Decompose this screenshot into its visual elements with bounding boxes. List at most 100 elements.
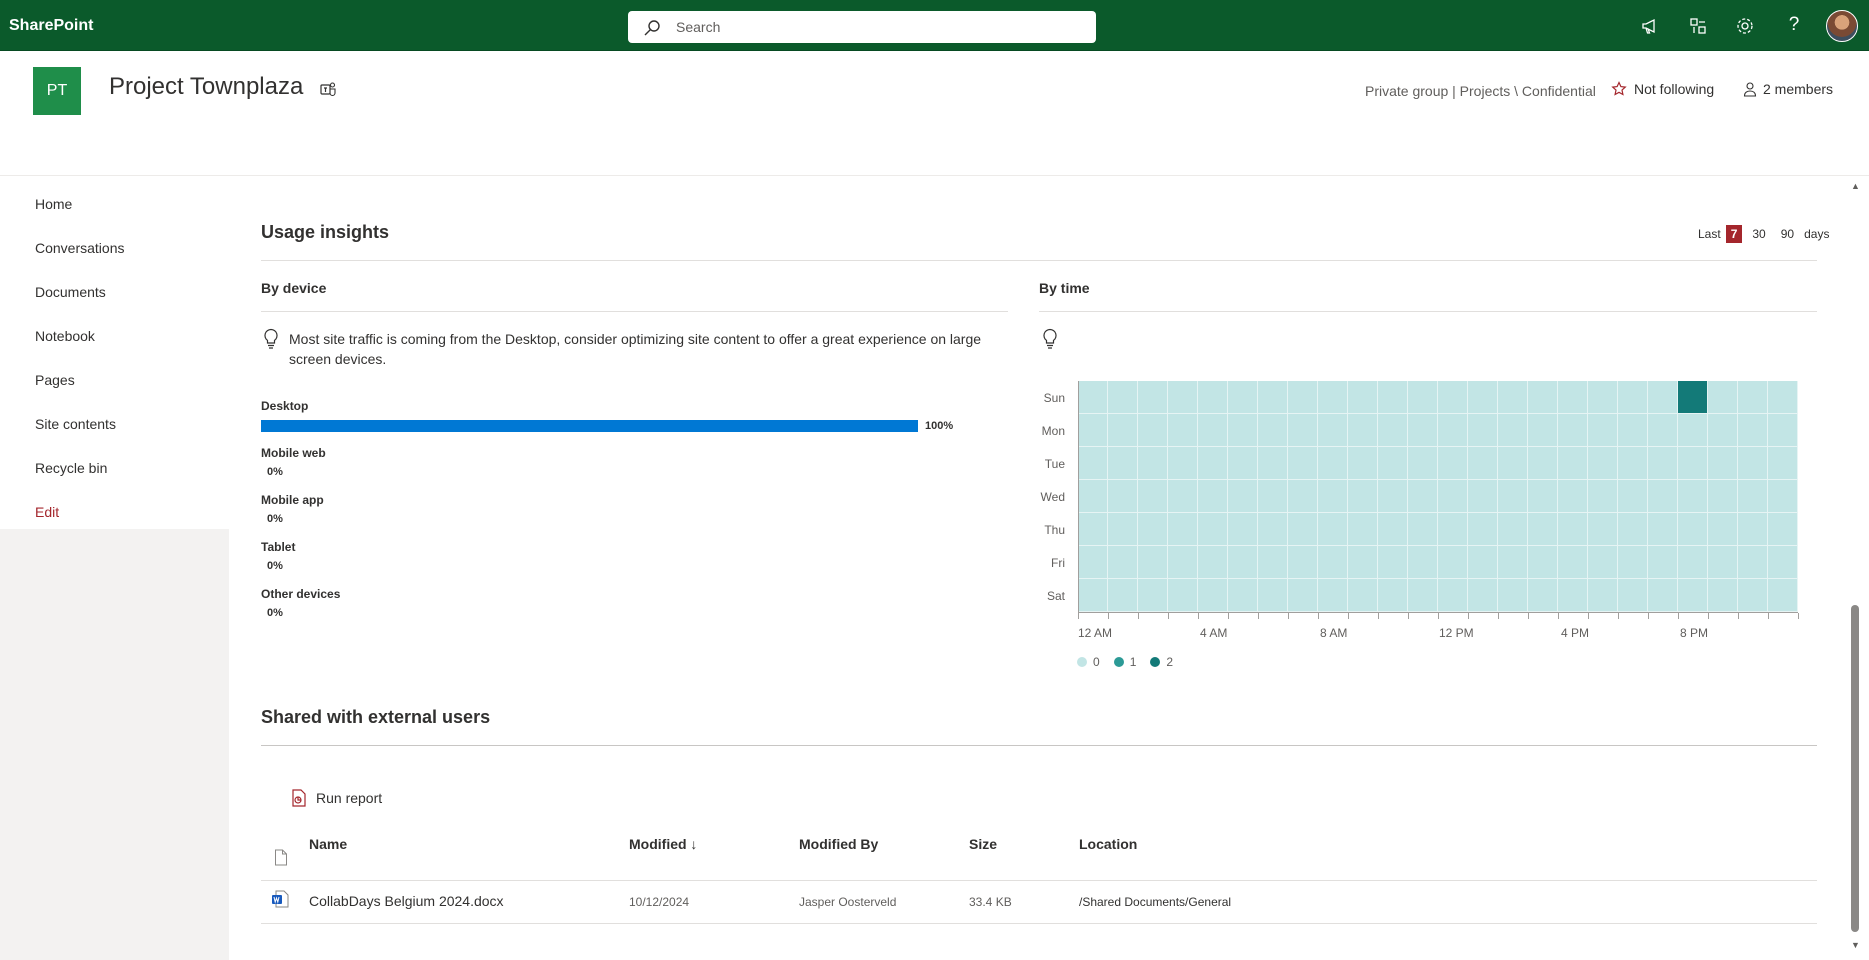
heatmap-cell[interactable] (1138, 480, 1168, 513)
heatmap-cell[interactable] (1468, 381, 1498, 414)
heatmap-cell[interactable] (1618, 414, 1648, 447)
heatmap-cell[interactable] (1708, 513, 1738, 546)
heatmap-cell[interactable] (1288, 447, 1318, 480)
heatmap-cell[interactable] (1528, 480, 1558, 513)
nav-item-conversations[interactable]: Conversations (0, 226, 229, 270)
heatmap-cell[interactable] (1768, 546, 1798, 579)
heatmap-cell[interactable] (1288, 579, 1318, 612)
heatmap-cell[interactable] (1318, 546, 1348, 579)
heatmap-cell[interactable] (1528, 579, 1558, 612)
heatmap-cell[interactable] (1588, 414, 1618, 447)
heatmap-cell[interactable] (1468, 513, 1498, 546)
heatmap-cell[interactable] (1738, 546, 1768, 579)
heatmap-cell[interactable] (1618, 480, 1648, 513)
heatmap-cell[interactable] (1468, 447, 1498, 480)
heatmap-cell[interactable] (1228, 414, 1258, 447)
heatmap-cell[interactable] (1738, 414, 1768, 447)
heatmap-cell[interactable] (1168, 414, 1198, 447)
heatmap-cell[interactable] (1228, 513, 1258, 546)
nav-item-recycle-bin[interactable]: Recycle bin (0, 446, 229, 490)
heatmap-cell[interactable] (1678, 546, 1708, 579)
heatmap-cell[interactable] (1588, 513, 1618, 546)
heatmap-cell[interactable] (1768, 381, 1798, 414)
heatmap-cell[interactable] (1618, 513, 1648, 546)
heatmap-cell[interactable] (1168, 447, 1198, 480)
heatmap-cell[interactable] (1588, 546, 1618, 579)
heatmap-cell[interactable] (1078, 513, 1108, 546)
heatmap-cell[interactable] (1408, 513, 1438, 546)
help-icon[interactable]: ? (1784, 14, 1804, 35)
range-option-30[interactable]: 30 (1747, 225, 1770, 243)
heatmap-cell[interactable] (1258, 414, 1288, 447)
heatmap-cell[interactable] (1258, 546, 1288, 579)
heatmap-cell[interactable] (1378, 414, 1408, 447)
heatmap-cell[interactable] (1648, 579, 1678, 612)
heatmap-cell[interactable] (1108, 579, 1138, 612)
heatmap-cell[interactable] (1468, 579, 1498, 612)
members-button[interactable]: 2 members (1743, 81, 1833, 97)
heatmap-cell[interactable] (1198, 381, 1228, 414)
heatmap-cell[interactable] (1648, 381, 1678, 414)
heatmap-cell[interactable] (1738, 447, 1768, 480)
heatmap-cell[interactable] (1648, 480, 1678, 513)
heatmap-cell[interactable] (1618, 579, 1648, 612)
heatmap-cell[interactable] (1648, 546, 1678, 579)
heatmap-cell[interactable] (1468, 480, 1498, 513)
heatmap-cell[interactable] (1768, 513, 1798, 546)
scroll-down-arrow[interactable]: ▼ (1851, 940, 1860, 950)
heatmap-cell[interactable] (1168, 480, 1198, 513)
heatmap-cell[interactable] (1138, 381, 1168, 414)
heatmap-cell[interactable] (1138, 546, 1168, 579)
heatmap-cell[interactable] (1318, 480, 1348, 513)
heatmap-cell[interactable] (1378, 513, 1408, 546)
follow-button[interactable]: Not following (1611, 81, 1714, 97)
heatmap-cell[interactable] (1228, 546, 1258, 579)
heatmap-cell[interactable] (1348, 513, 1378, 546)
heatmap-cell[interactable] (1708, 579, 1738, 612)
heatmap-cell[interactable] (1228, 381, 1258, 414)
heatmap-cell[interactable] (1348, 546, 1378, 579)
heatmap-cell[interactable] (1588, 447, 1618, 480)
heatmap-cell[interactable] (1258, 480, 1288, 513)
heatmap-cell[interactable] (1438, 546, 1468, 579)
heatmap-cell[interactable] (1498, 513, 1528, 546)
app-switch-icon[interactable] (1688, 16, 1708, 36)
heatmap-cell[interactable] (1168, 546, 1198, 579)
heatmap-cell[interactable] (1378, 579, 1408, 612)
nav-item-pages[interactable]: Pages (0, 358, 229, 402)
heatmap-cell[interactable] (1438, 447, 1468, 480)
heatmap-cell[interactable] (1438, 480, 1468, 513)
heatmap-cell[interactable] (1558, 414, 1588, 447)
heatmap-cell[interactable] (1348, 447, 1378, 480)
heatmap-cell[interactable] (1528, 414, 1558, 447)
heatmap-cell[interactable] (1738, 513, 1768, 546)
heatmap-cell[interactable] (1318, 381, 1348, 414)
heatmap-cell[interactable] (1738, 381, 1768, 414)
range-option-90[interactable]: 90 (1776, 225, 1799, 243)
heatmap-cell[interactable] (1498, 579, 1528, 612)
heatmap-cell[interactable] (1348, 480, 1378, 513)
heatmap-cell[interactable] (1498, 447, 1528, 480)
heatmap-cell[interactable] (1618, 381, 1648, 414)
heatmap-cell[interactable] (1348, 381, 1378, 414)
heatmap-cell[interactable] (1648, 447, 1678, 480)
column-header-name[interactable]: Name (309, 836, 347, 852)
heatmap-cell[interactable] (1198, 480, 1228, 513)
heatmap-cell[interactable] (1678, 579, 1708, 612)
heatmap-cell[interactable] (1288, 381, 1318, 414)
heatmap-cell[interactable] (1168, 513, 1198, 546)
scroll-up-arrow[interactable]: ▲ (1851, 181, 1860, 191)
heatmap-cell[interactable] (1378, 447, 1408, 480)
heatmap-cell[interactable] (1768, 480, 1798, 513)
heatmap-cell[interactable] (1318, 447, 1348, 480)
heatmap-cell[interactable] (1198, 579, 1228, 612)
column-header-modified[interactable]: Modified ↓ (629, 836, 697, 852)
heatmap-cell[interactable] (1228, 447, 1258, 480)
nav-item-notebook[interactable]: Notebook (0, 314, 229, 358)
heatmap-cell[interactable] (1408, 480, 1438, 513)
heatmap-cell[interactable] (1258, 579, 1288, 612)
file-name-link[interactable]: CollabDays Belgium 2024.docx (309, 893, 504, 909)
legend-item-0[interactable]: 0 (1077, 655, 1100, 669)
heatmap-cell[interactable] (1588, 579, 1618, 612)
heatmap-cell[interactable] (1468, 414, 1498, 447)
